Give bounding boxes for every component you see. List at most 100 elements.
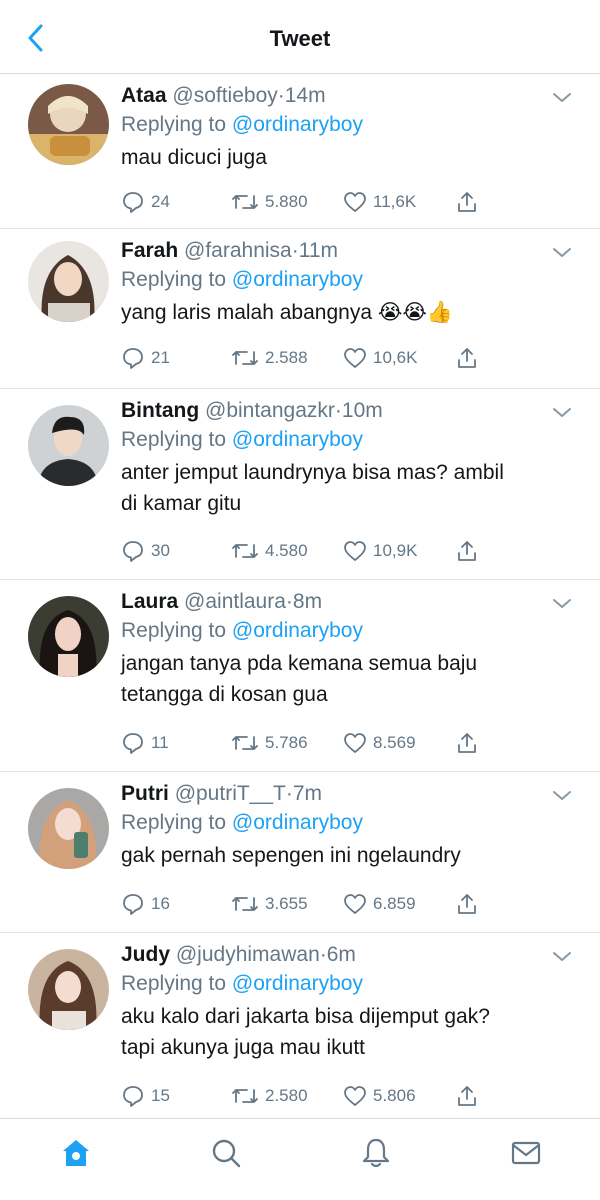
reply-list: Ataa @softieboy·14m Replying to @ordinar… (0, 74, 600, 1118)
like-count: 8.569 (373, 733, 416, 752)
like-button[interactable]: 6.859 (343, 891, 416, 917)
replying-to: Replying to @ordinaryboy (121, 616, 560, 646)
tweet-actions: 11 5.786 8.569 (121, 730, 501, 756)
display-name[interactable]: Putri (121, 782, 169, 805)
tab-search[interactable] (206, 1133, 246, 1173)
share-button[interactable] (455, 730, 479, 756)
retweet-button[interactable]: 5.786 (231, 730, 308, 756)
retweet-button[interactable]: 3.655 (231, 891, 308, 917)
replying-to-label: Replying to (121, 972, 232, 995)
share-icon (458, 894, 476, 914)
chevron-down-icon[interactable] (550, 86, 574, 110)
tweet-header: Judy @judyhimawan·6m (121, 941, 560, 969)
reply-button[interactable]: 24 (121, 189, 170, 215)
avatar[interactable] (28, 241, 109, 322)
replying-to-label: Replying to (121, 811, 232, 834)
tweet-item[interactable]: Bintang @bintangazkr·10m Replying to @or… (0, 389, 600, 580)
retweet-button[interactable]: 2.588 (231, 345, 308, 371)
separator-dot: · (277, 84, 285, 107)
like-button[interactable]: 10,9K (343, 538, 417, 564)
tweet-text-line: di kamar gitu (121, 492, 242, 515)
like-button[interactable]: 11,6K (343, 189, 416, 215)
user-handle[interactable]: @aintlaura (184, 590, 286, 613)
mention-link[interactable]: @ordinaryboy (232, 113, 363, 136)
replying-to-label: Replying to (121, 113, 232, 136)
tweet-item[interactable]: Judy @judyhimawan·6m Replying to @ordina… (0, 933, 600, 1118)
user-handle[interactable]: @putriT__T (175, 782, 286, 805)
tweet-item[interactable]: Putri @putriT__T·7m Replying to @ordinar… (0, 772, 600, 933)
retweet-icon (232, 544, 258, 558)
avatar[interactable] (28, 949, 109, 1030)
mention-link[interactable]: @ordinaryboy (232, 428, 363, 451)
tweet-content: Laura @aintlaura·8m Replying to @ordinar… (121, 588, 560, 710)
mention-link[interactable]: @ordinaryboy (232, 811, 363, 834)
replying-to: Replying to @ordinaryboy (121, 265, 560, 295)
retweet-icon (232, 351, 258, 365)
tweet-item[interactable]: Laura @aintlaura·8m Replying to @ordinar… (0, 580, 600, 772)
display-name[interactable]: Laura (121, 590, 178, 613)
avatar[interactable] (28, 596, 109, 677)
chevron-down-icon[interactable] (550, 241, 574, 265)
heart-icon (344, 1086, 366, 1106)
retweet-button[interactable]: 5.880 (231, 189, 308, 215)
retweet-icon (232, 1089, 258, 1103)
display-name[interactable]: Judy (121, 943, 170, 966)
chevron-down-icon[interactable] (550, 592, 574, 616)
reply-icon (123, 894, 143, 915)
chevron-down-icon[interactable] (550, 784, 574, 808)
chevron-down-icon[interactable] (550, 945, 574, 969)
chevron-down-icon[interactable] (550, 401, 574, 425)
reply-button[interactable]: 15 (121, 1083, 170, 1109)
display-name[interactable]: Ataa (121, 84, 167, 107)
tab-notifications[interactable] (356, 1133, 396, 1173)
like-button[interactable]: 8.569 (343, 730, 416, 756)
tweet-item[interactable]: Farah @farahnisa·11m Replying to @ordina… (0, 229, 600, 389)
home-icon (63, 1140, 89, 1166)
tweet-text: gak pernah sepengen ini ngelaundry (121, 840, 560, 871)
share-icon (458, 541, 476, 561)
share-button[interactable] (455, 1083, 479, 1109)
user-handle[interactable]: @bintangazkr (205, 399, 335, 422)
tweet-text: mau dicuci juga (121, 142, 560, 173)
mention-link[interactable]: @ordinaryboy (232, 972, 363, 995)
tweet-content: Bintang @bintangazkr·10m Replying to @or… (121, 397, 560, 519)
reply-button[interactable]: 16 (121, 891, 170, 917)
share-button[interactable] (455, 189, 479, 215)
timestamp: 7m (292, 782, 323, 805)
avatar[interactable] (28, 405, 109, 486)
display-name[interactable]: Bintang (121, 399, 199, 422)
retweet-count: 5.880 (265, 192, 308, 211)
avatar[interactable] (28, 788, 109, 869)
mention-link[interactable]: @ordinaryboy (232, 268, 363, 291)
user-handle[interactable]: @softieboy (172, 84, 277, 107)
timestamp: 8m (292, 590, 323, 613)
reply-button[interactable]: 21 (121, 345, 170, 371)
tweet-content: Putri @putriT__T·7m Replying to @ordinar… (121, 780, 560, 871)
reply-count: 11 (151, 733, 169, 752)
share-button[interactable] (455, 538, 479, 564)
share-button[interactable] (455, 891, 479, 917)
mention-link[interactable]: @ordinaryboy (232, 619, 363, 642)
retweet-count: 3.655 (265, 894, 308, 913)
tab-messages[interactable] (506, 1133, 546, 1173)
like-button[interactable]: 5.806 (343, 1083, 416, 1109)
avatar[interactable] (28, 84, 109, 165)
share-icon (458, 192, 476, 212)
user-handle[interactable]: @judyhimawan (176, 943, 320, 966)
share-button[interactable] (455, 345, 479, 371)
retweet-button[interactable]: 2.580 (231, 1083, 308, 1109)
tweet-item[interactable]: Ataa @softieboy·14m Replying to @ordinar… (0, 74, 600, 229)
display-name[interactable]: Farah (121, 239, 178, 262)
tab-home[interactable] (56, 1133, 96, 1173)
bottom-tab-bar (0, 1118, 600, 1200)
share-icon (458, 348, 476, 368)
reply-icon (123, 541, 143, 562)
tweet-text-line: jangan tanya pda kemana semua baju (121, 652, 478, 675)
retweet-button[interactable]: 4.580 (231, 538, 308, 564)
reply-button[interactable]: 30 (121, 538, 170, 564)
user-handle[interactable]: @farahnisa (184, 239, 292, 262)
reply-count: 24 (151, 192, 170, 211)
heart-icon (344, 541, 366, 561)
reply-button[interactable]: 11 (121, 730, 169, 756)
like-button[interactable]: 10,6K (343, 345, 417, 371)
